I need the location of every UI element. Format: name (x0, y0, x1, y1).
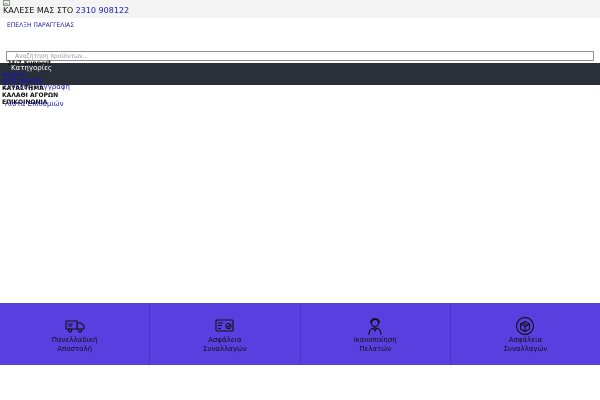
feature-line-2: Συναλλαγών (503, 345, 548, 353)
feature-text: Πανελλαδική Αποστολή (0, 336, 149, 354)
secure-box-icon (516, 317, 535, 335)
feature-line-1: Ασφάλεια (208, 336, 242, 344)
feature-line-1: Πανελλαδική (51, 336, 98, 344)
truck-icon (65, 320, 85, 333)
card-icon (215, 319, 234, 332)
checkout-link[interactable]: ΕΠΕΛΞΗ ΠΑΡΑΓΓΕΛΙΑΣ (7, 22, 74, 30)
top-bar: ΚΑΛΕΣΕ ΜΑΣ ΣΤΟ 2310 908122 (0, 0, 600, 18)
wishlist-link[interactable]: Λίστα Επιθυμιών (5, 101, 64, 108)
feature-text: Ασφάλεια Συναλλαγών (150, 336, 299, 354)
feature-secure-package: Ασφάλεια Συναλλαγών (451, 303, 600, 365)
feature-shipping: Πανελλαδική Αποστολή (0, 303, 151, 365)
feature-line-2: Αποστολή (57, 345, 93, 353)
agent-icon (368, 317, 382, 336)
nav-link-store[interactable]: ΚΑΤΑΣΤΗΜΑ (2, 85, 44, 92)
feature-text: Ασφάλεια Συναλλαγών (451, 336, 600, 354)
feature-line-2: Πελατών (359, 345, 392, 353)
nav-link-home[interactable]: Αρχική (2, 71, 26, 78)
phone-link[interactable]: 2310 908122 (76, 6, 129, 15)
feature-line-2: Συναλλαγών (202, 345, 247, 353)
call-us-label: ΚΑΛΕΣΕ ΜΑΣ ΣΤΟ (3, 6, 74, 15)
feature-line-1: Ικανοποίηση (353, 336, 397, 344)
feature-text: Ικανοποίηση Πελατών (301, 336, 450, 354)
nav-link-cart[interactable]: ΚΑΛΑΘΙ ΑΓΟΡΩΝ (2, 92, 58, 99)
call-us-line: ΚΑΛΕΣΕ ΜΑΣ ΣΤΟ 2310 908122 (3, 6, 129, 16)
search-input[interactable] (6, 51, 594, 61)
features-band: Πανελλαδική Αποστολή Ασφάλεια Συναλλαγών (0, 303, 600, 365)
feature-customer-satisfaction: Ικανοποίηση Πελατών (301, 303, 451, 365)
feature-line-1: Ασφάλεια (508, 336, 543, 344)
feature-secure-transactions: Ασφάλεια Συναλλαγών (150, 303, 301, 365)
main-navigation-bar (0, 63, 600, 85)
